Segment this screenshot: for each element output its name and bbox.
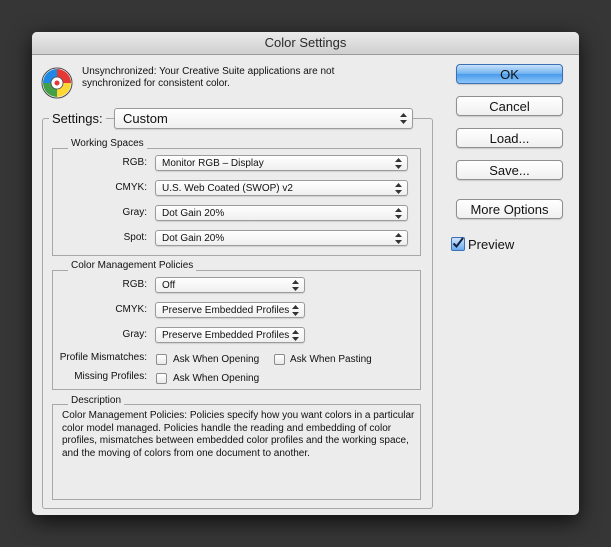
updown-arrows-icon: [395, 158, 402, 169]
policy-gray-label: Gray:: [122, 329, 147, 340]
policy-rgb-label: RGB:: [122, 279, 147, 290]
unsynchronized-icon: [41, 67, 73, 99]
ws-spot-label: Spot:: [123, 232, 147, 243]
ws-cmyk-select[interactable]: U.S. Web Coated (SWOP) v2: [155, 180, 408, 196]
updown-arrows-icon: [400, 113, 407, 124]
policy-rgb-value: Off: [162, 280, 176, 291]
updown-arrows-icon: [292, 330, 299, 341]
sync-message-line2: synchronized for consistent color.: [82, 78, 230, 89]
ws-rgb-select[interactable]: Monitor RGB – Display: [155, 155, 408, 171]
settings-select[interactable]: Custom: [114, 108, 413, 129]
working-spaces-legend: Working Spaces: [68, 138, 147, 149]
ws-spot-select[interactable]: Dot Gain 20%: [155, 230, 408, 246]
policy-cmyk-select[interactable]: Preserve Embedded Profiles: [155, 302, 305, 318]
mismatch-ask-pasting-checkbox[interactable]: [274, 354, 285, 365]
missing-ask-opening-checkbox[interactable]: [156, 373, 167, 384]
mismatch-ask-opening-label: Ask When Opening: [173, 354, 260, 365]
checkmark-icon: [452, 237, 464, 249]
ws-cmyk-label: CMYK:: [115, 182, 147, 193]
ws-spot-value: Dot Gain 20%: [162, 233, 225, 244]
updown-arrows-icon: [292, 280, 299, 291]
description-line: Color Management Policies: Policies spec…: [62, 410, 415, 421]
updown-arrows-icon: [395, 233, 402, 244]
updown-arrows-icon: [292, 305, 299, 316]
policy-cmyk-label: CMYK:: [115, 304, 147, 315]
policy-cmyk-value: Preserve Embedded Profiles: [162, 305, 290, 316]
policies-legend: Color Management Policies: [68, 260, 197, 271]
policy-gray-select[interactable]: Preserve Embedded Profiles: [155, 327, 305, 343]
ok-button[interactable]: OK: [456, 64, 563, 84]
profile-mismatches-label: Profile Mismatches:: [59, 352, 147, 363]
description-text: Color Management Policies: Policies spec…: [62, 410, 416, 460]
color-settings-dialog: Color Settings Unsynchronized: Your Crea…: [32, 32, 579, 515]
ws-gray-label: Gray:: [122, 207, 147, 218]
mismatch-ask-opening-checkbox[interactable]: [156, 354, 167, 365]
mismatch-ask-pasting-label: Ask When Pasting: [290, 354, 372, 365]
ws-gray-select[interactable]: Dot Gain 20%: [155, 205, 408, 221]
missing-profiles-label: Missing Profiles:: [74, 371, 147, 382]
ws-rgb-label: RGB:: [122, 157, 147, 168]
description-legend: Description: [68, 395, 125, 406]
ws-gray-value: Dot Gain 20%: [162, 208, 225, 219]
updown-arrows-icon: [395, 183, 402, 194]
policy-gray-value: Preserve Embedded Profiles: [162, 330, 290, 341]
load-button[interactable]: Load...: [456, 128, 563, 148]
cancel-button[interactable]: Cancel: [456, 96, 563, 116]
missing-ask-opening-label: Ask When Opening: [173, 373, 260, 384]
description-line: color model managed. Policies handle the…: [62, 422, 392, 434]
save-button[interactable]: Save...: [456, 160, 563, 180]
settings-select-value: Custom: [123, 111, 168, 126]
sync-message-line1: Unsynchronized: Your Creative Suite appl…: [82, 66, 335, 77]
settings-label: Settings:: [49, 112, 106, 126]
description-line: and the moving of colors from one docume…: [62, 447, 310, 459]
ws-cmyk-value: U.S. Web Coated (SWOP) v2: [162, 183, 293, 194]
description-line: profiles, mismatches between embedded co…: [62, 435, 409, 446]
sync-message: Unsynchronized: Your Creative Suite appl…: [82, 66, 372, 90]
ws-rgb-value: Monitor RGB – Display: [162, 158, 264, 169]
more-options-button[interactable]: More Options: [456, 199, 563, 219]
updown-arrows-icon: [395, 208, 402, 219]
policy-rgb-select[interactable]: Off: [155, 277, 305, 293]
preview-label: Preview: [468, 237, 515, 252]
preview-checkbox[interactable]: [451, 237, 465, 251]
dialog-title: Color Settings: [32, 32, 579, 55]
